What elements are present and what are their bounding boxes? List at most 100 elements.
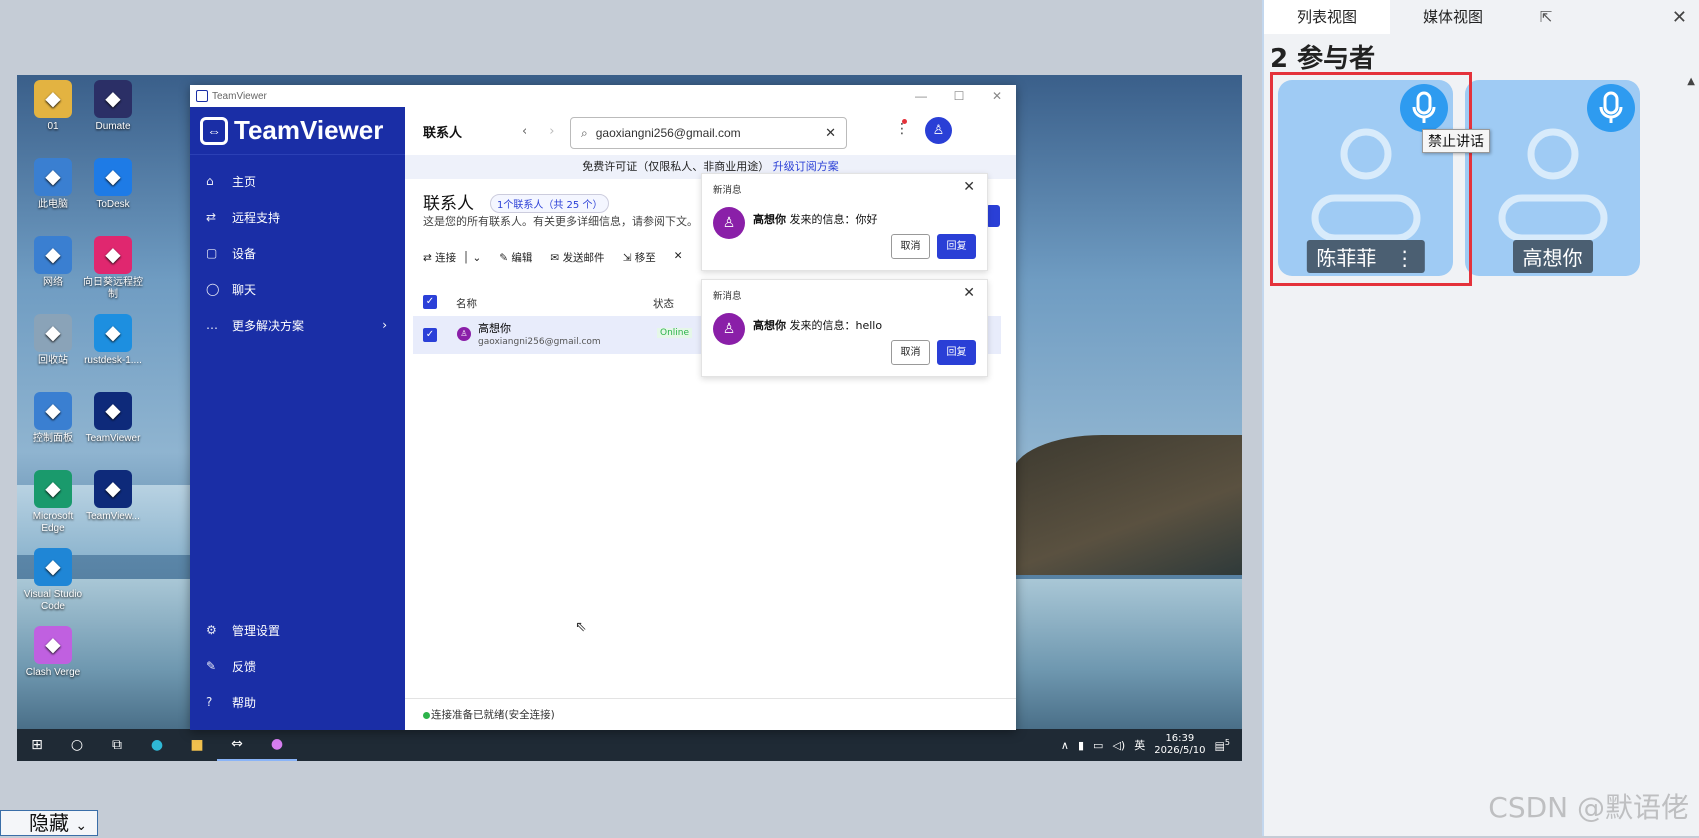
window-title: TeamViewer (212, 90, 267, 102)
participant-tile[interactable]: 高想你 (1465, 80, 1640, 276)
contacts-heading: 联系人 (423, 194, 474, 214)
desktop-icon[interactable]: ◆ Microsoft Edge (20, 470, 86, 535)
row-checkbox[interactable]: ✓ (423, 328, 437, 342)
select-all-checkbox[interactable]: ✓ (423, 295, 437, 309)
notification-cancel-button[interactable]: 取消 (891, 234, 930, 259)
desktop-icon[interactable]: ◆ 01 (20, 80, 86, 133)
mouse-cursor-icon: ⇖ (575, 619, 587, 635)
desktop-icon[interactable]: ◆ 此电脑 (20, 158, 86, 211)
send-email-button[interactable]: ✉ 发送邮件 (550, 250, 604, 265)
tray-ime[interactable]: 英 (1134, 737, 1145, 753)
back-icon[interactable]: ‹ (522, 124, 527, 139)
upgrade-link[interactable]: 升级订阅方案 (773, 160, 839, 173)
search-icon[interactable]: ○ (57, 729, 97, 761)
notification-reply-button[interactable]: 回复 (937, 234, 976, 259)
desktop-icon[interactable]: ◆ 网络 (20, 236, 86, 289)
remove-icon[interactable]: ✕ (674, 250, 683, 265)
desktop-icon[interactable]: ◆ Clash Verge (20, 626, 86, 679)
close-button[interactable]: ✕ (978, 89, 1016, 103)
clock-date: 2026/5/10 (1154, 745, 1206, 756)
sidebar-item[interactable]: … 更多解决方案 › (190, 307, 405, 343)
sidebar-item-label: 更多解决方案 (232, 318, 305, 333)
feedback-icon: ✎ (206, 659, 217, 673)
search-input[interactable]: ⌕ gaoxiangni256@gmail.com ✕ (570, 117, 847, 149)
account-avatar[interactable]: ♙ (925, 117, 952, 144)
add-contact-button[interactable] (986, 205, 1000, 227)
sidebar-item[interactable]: ✎ 反馈 (190, 648, 405, 684)
teamviewer-icon: ◆ (94, 392, 132, 430)
popout-icon[interactable]: ⇱ (1516, 0, 1576, 34)
status-bar: 连接准备已就绪(安全连接) (405, 698, 1016, 730)
contact-email: gaoxiangni256@gmail.com (478, 337, 601, 347)
task-view-icon[interactable]: ⧉ (97, 729, 137, 761)
scroll-up-icon[interactable]: ▲ (1687, 76, 1695, 87)
start-icon[interactable]: ⊞ (17, 729, 57, 761)
desktop-icon-label: Dumate (95, 121, 131, 132)
tray-chevron-icon[interactable]: ∧ (1061, 739, 1069, 752)
sidebar-item-label: 主页 (232, 174, 257, 189)
computer-icon: ◆ (34, 158, 72, 196)
more-icon: … (206, 318, 218, 332)
desktop-icon[interactable]: ◆ 控制面板 (20, 392, 86, 445)
desktop-icon[interactable]: ◆ ToDesk (80, 158, 146, 211)
contacts-count-badge: 1个联系人（共 25 个） (490, 194, 610, 213)
vscode-icon: ◆ (34, 548, 72, 586)
tray-clock[interactable]: 16:39 2026/5/10 (1154, 733, 1205, 757)
view-tabs: 列表视图 媒体视图 ⇱ ✕ (1264, 0, 1699, 34)
desktop-icon[interactable]: ◆ Dumate (80, 80, 146, 133)
notification-2: 新消息 ✕ ♙ 高想你 发来的信息：hello 取消 回复 (701, 279, 988, 377)
chevron-down-icon: ⌄ (75, 818, 88, 834)
desktop-icon[interactable]: ◆ TeamViewer (80, 392, 146, 445)
contacts-description: 这是您的所有联系人。有关更多详细信息，请参阅下文。 (423, 215, 698, 228)
edit-button[interactable]: ✎ 编辑 (499, 250, 532, 265)
tab-list-view[interactable]: 列表视图 (1264, 0, 1390, 34)
desktop-icon[interactable]: ◆ Visual Studio Code (20, 548, 86, 613)
notification-close-icon[interactable]: ✕ (963, 285, 975, 301)
sidebar-item[interactable]: ▢ 设备 (190, 235, 405, 271)
clash-taskbar-icon[interactable]: ● (257, 729, 297, 761)
minimize-button[interactable]: — (902, 89, 940, 103)
desktop-icon-label: 此电脑 (38, 199, 68, 210)
clear-search-icon[interactable]: ✕ (825, 125, 836, 141)
network-icon: ◆ (34, 236, 72, 274)
tray-usb-icon[interactable]: ▮ (1078, 739, 1084, 752)
teamviewer-taskbar-icon[interactable]: ⇔ (217, 729, 257, 761)
window-titlebar[interactable]: TeamViewer — ☐ ✕ (190, 85, 1016, 107)
sidebar-item[interactable]: ⌂ 主页 (190, 163, 405, 199)
close-panel-icon[interactable]: ✕ (1672, 7, 1687, 28)
column-name[interactable]: 名称 (456, 296, 477, 311)
sidebar-item[interactable]: ⚙ 管理设置 (190, 612, 405, 648)
move-button[interactable]: ⇲ 移至 (623, 250, 656, 265)
tray-volume-icon[interactable]: ◁) (1112, 739, 1125, 752)
sidebar-item[interactable]: ? 帮助 (190, 684, 405, 720)
sidebar-item-label: 聊天 (232, 282, 257, 297)
todesk-icon: ◆ (94, 158, 132, 196)
sidebar-item[interactable]: ⇄ 远程支持 (190, 199, 405, 235)
forward-icon[interactable]: › (549, 124, 554, 139)
desktop-icon-label: 向日葵远程控制 (83, 277, 143, 300)
notification-reply-button[interactable]: 回复 (937, 340, 976, 365)
edge-taskbar-icon[interactable]: ● (137, 729, 177, 761)
teamviewer-logo-icon: ⇔ (200, 116, 228, 145)
desktop-icon[interactable]: ◆ rustdesk-1.... (80, 314, 146, 367)
teamviewer-icon: ◆ (94, 470, 132, 508)
desktop-icon[interactable]: ◆ TeamView... (80, 470, 146, 523)
mic-icon[interactable] (1587, 84, 1635, 132)
tray-network-icon[interactable]: ▭ (1093, 739, 1103, 752)
tab-media-view[interactable]: 媒体视图 (1390, 0, 1516, 34)
connect-button[interactable]: ⇄ 连接 │ ⌄ (423, 250, 481, 265)
page-title: 联系人 (423, 125, 463, 141)
notification-close-icon[interactable]: ✕ (963, 179, 975, 195)
notification-cancel-button[interactable]: 取消 (891, 340, 930, 365)
desktop-icon[interactable]: ◆ 向日葵远程控制 (80, 236, 146, 301)
sidebar-item[interactable]: ◯ 聊天 (190, 271, 405, 307)
hide-button[interactable]: 隐藏 ⌄ (0, 810, 98, 836)
maximize-button[interactable]: ☐ (940, 89, 978, 103)
home-icon: ⌂ (206, 174, 214, 188)
action-center-icon[interactable]: ▤5 (1215, 738, 1231, 753)
rustdesk-icon: ◆ (94, 314, 132, 352)
file-explorer-icon[interactable]: ■ (177, 729, 217, 761)
search-icon: ⌕ (581, 125, 588, 140)
column-status[interactable]: 状态 (653, 296, 674, 311)
desktop-icon[interactable]: ◆ 回收站 (20, 314, 86, 367)
